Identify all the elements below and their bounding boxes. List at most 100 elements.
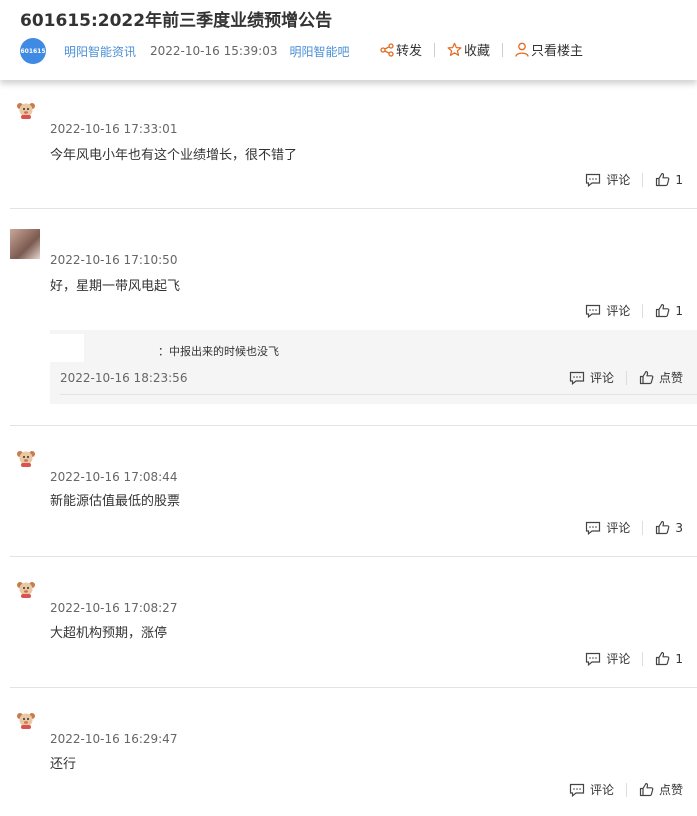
comment-time: 2022-10-16 17:08:44 xyxy=(50,470,178,484)
divider xyxy=(642,651,644,666)
only-op-button[interactable]: 只看楼主 xyxy=(515,40,583,59)
post-meta: 601615 明阳智能资讯 2022-10-16 15:39:03 明阳智能吧 xyxy=(20,38,349,64)
username-link[interactable] xyxy=(50,449,170,457)
thumbs-up-icon xyxy=(656,520,670,535)
comment-icon xyxy=(586,652,601,666)
comment-text: 好，星期一带风电起飞 xyxy=(50,279,181,294)
comment-icon xyxy=(586,173,601,187)
like-label: 点赞 xyxy=(658,371,683,385)
username-link[interactable] xyxy=(50,711,130,719)
forum-link[interactable]: 明阳智能吧 xyxy=(289,43,349,60)
mascot-avatar-icon[interactable] xyxy=(16,448,36,468)
comment-time: 2022-10-16 17:08:27 xyxy=(50,601,178,615)
like-button[interactable]: 1 xyxy=(655,303,683,318)
comment-actions: 评论 3 xyxy=(585,519,683,536)
author-avatar[interactable]: 601615 xyxy=(20,38,46,64)
comment-button[interactable]: 评论 xyxy=(585,302,630,319)
reply-like-button[interactable]: 点赞 xyxy=(639,369,683,386)
comment-divider xyxy=(10,687,697,688)
comment-label: 评论 xyxy=(589,371,614,385)
reply-text: ：中报出来的时候也没飞 xyxy=(158,345,279,358)
divider xyxy=(434,42,436,57)
comment-icon xyxy=(569,783,585,797)
comment-icon xyxy=(586,304,601,318)
comment-time: 2022-10-16 17:33:01 xyxy=(50,122,178,136)
comment-divider xyxy=(10,425,697,426)
comment-button[interactable]: 评论 xyxy=(585,171,630,188)
post-actions: 转发 收藏 只看楼主 xyxy=(380,40,583,59)
like-count: 1 xyxy=(675,172,683,187)
comment-time: 2022-10-16 16:29:47 xyxy=(50,732,178,746)
comment-label: 评论 xyxy=(606,652,631,666)
only-op-label: 只看楼主 xyxy=(531,44,584,59)
comment-button[interactable]: 评论 xyxy=(585,650,630,667)
divider xyxy=(642,172,644,187)
thumbs-up-icon xyxy=(656,651,670,666)
comment-item: 2022-10-16 17:08:44 新能源估值最低的股票 评论 3 xyxy=(10,443,697,555)
user-icon xyxy=(515,42,529,57)
like-label: 点赞 xyxy=(658,783,683,797)
username-link[interactable] xyxy=(50,580,170,588)
reply-time: 2022-10-16 18:23:56 xyxy=(60,371,188,385)
comment-text: 大超机构预期，涨停 xyxy=(50,626,168,641)
comment-label: 评论 xyxy=(606,173,631,187)
divider xyxy=(625,782,627,797)
comment-divider xyxy=(10,556,697,557)
comment-divider xyxy=(10,208,697,209)
thumbs-up-icon xyxy=(639,370,654,385)
comment-item: 2022-10-16 17:08:27 大超机构预期，涨停 评论 1 xyxy=(10,574,697,686)
like-count: 1 xyxy=(675,303,683,318)
like-button[interactable]: 1 xyxy=(655,172,683,187)
comment-actions: 评论 1 xyxy=(585,302,683,319)
divider xyxy=(642,520,644,535)
user-avatar[interactable] xyxy=(10,229,40,259)
share-button[interactable]: 转发 xyxy=(380,40,422,59)
comment-item: 2022-10-16 17:33:01 今年风电小年也有这个业绩增长，很不错了 … xyxy=(10,95,697,207)
mascot-avatar-icon[interactable] xyxy=(16,100,36,120)
comment-item: 2022-10-16 16:29:47 还行 评论 点赞 xyxy=(10,705,697,816)
like-button[interactable]: 1 xyxy=(655,651,683,666)
favorite-label: 收藏 xyxy=(464,44,491,59)
like-button[interactable]: 点赞 xyxy=(639,781,683,798)
comment-text: 今年风电小年也有这个业绩增长，很不错了 xyxy=(50,148,298,163)
thumbs-up-icon xyxy=(656,172,670,187)
comment-icon xyxy=(569,371,585,385)
thumbs-up-icon xyxy=(656,303,670,318)
comment-actions: 评论 1 xyxy=(585,650,683,667)
comment-actions: 评论 1 xyxy=(585,171,683,188)
reply-divider xyxy=(60,394,697,395)
comment-label: 评论 xyxy=(606,304,631,318)
post-header: 601615:2022年前三季度业绩预增公告 601615 明阳智能资讯 202… xyxy=(0,0,697,80)
like-button[interactable]: 3 xyxy=(655,520,683,535)
divider xyxy=(625,370,627,385)
thumbs-up-icon xyxy=(639,782,654,797)
favorite-button[interactable]: 收藏 xyxy=(447,40,490,59)
comment-icon xyxy=(586,521,601,535)
username-link[interactable] xyxy=(50,232,110,240)
share-label: 转发 xyxy=(396,44,423,59)
star-icon xyxy=(447,42,462,56)
username-link[interactable] xyxy=(50,99,180,107)
divider xyxy=(502,42,504,57)
mascot-avatar-icon[interactable] xyxy=(16,710,36,730)
author-link[interactable]: 明阳智能资讯 xyxy=(64,43,136,60)
comment-item: 2022-10-16 17:10:50 好，星期一带风电起飞 评论 1 ：中报出… xyxy=(10,226,697,406)
comment-actions: 评论 点赞 xyxy=(569,781,683,798)
reply-actions: 评论 点赞 xyxy=(569,369,683,386)
post-title: 601615:2022年前三季度业绩预增公告 xyxy=(20,11,333,31)
divider xyxy=(642,303,644,318)
comment-text: 新能源估值最低的股票 xyxy=(50,494,181,509)
comment-button[interactable]: 评论 xyxy=(585,519,630,536)
comment-button[interactable]: 评论 xyxy=(569,781,614,798)
comment-text: 还行 xyxy=(50,757,77,772)
like-count: 1 xyxy=(675,651,683,666)
comment-label: 评论 xyxy=(606,521,631,535)
comment-label: 评论 xyxy=(589,783,614,797)
reply-comment-button[interactable]: 评论 xyxy=(569,369,614,386)
like-count: 3 xyxy=(675,520,683,535)
mascot-avatar-icon[interactable] xyxy=(16,579,36,599)
reply-item: ：中报出来的时候也没飞 2022-10-16 18:23:56 评论 点赞 xyxy=(50,330,697,404)
post-datetime: 2022-10-16 15:39:03 xyxy=(150,44,278,58)
reply-avatar xyxy=(50,334,84,362)
comment-time: 2022-10-16 17:10:50 xyxy=(50,253,178,267)
